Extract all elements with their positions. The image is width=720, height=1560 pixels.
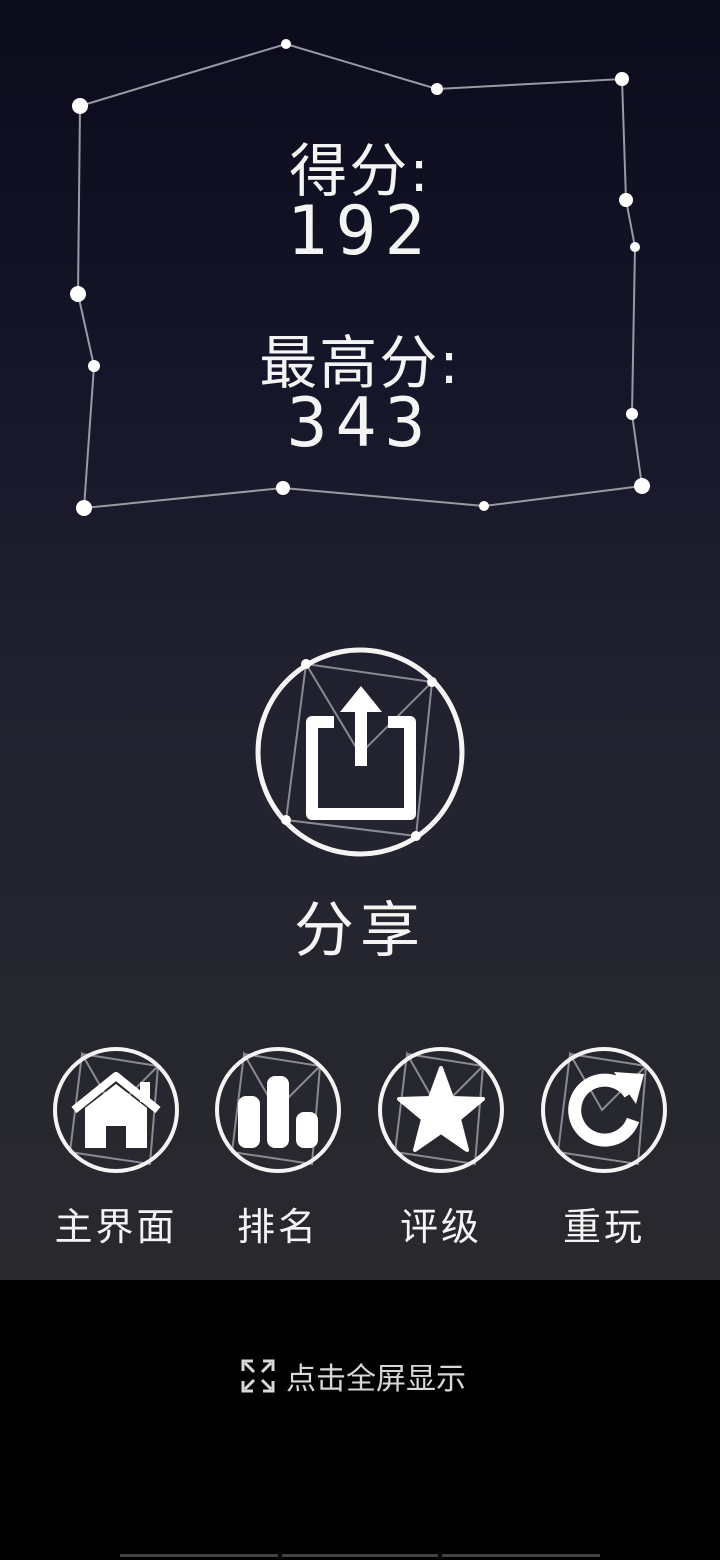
share-label: 分享 [294, 896, 426, 966]
nav-hint-center [282, 1554, 438, 1557]
game-area: 得分: 192 最高分: 343 分享 主界面 排名 评级 重玩 [0, 0, 720, 1280]
score-value: 192 [286, 192, 434, 271]
home-label: 主界面 [54, 1205, 178, 1249]
share-button[interactable] [254, 646, 466, 858]
rating-button[interactable] [377, 1046, 505, 1174]
bar-chart-icon [215, 1047, 341, 1173]
replay-button[interactable] [540, 1046, 668, 1174]
share-icon [255, 647, 465, 857]
home-button[interactable] [52, 1046, 180, 1174]
nav-hint-right [442, 1554, 600, 1557]
replay-label: 重玩 [562, 1205, 645, 1249]
bottom-bar [0, 1280, 720, 1560]
rating-label: 评级 [399, 1205, 482, 1249]
rank-button[interactable] [214, 1046, 342, 1174]
fullscreen-icon [241, 1359, 275, 1393]
rank-label: 排名 [236, 1205, 319, 1249]
replay-icon [541, 1047, 667, 1173]
star-icon [378, 1047, 504, 1173]
fullscreen-button[interactable]: 点击全屏显示 [240, 1356, 466, 1397]
best-score-value: 343 [286, 384, 434, 463]
nav-hint-left [120, 1554, 278, 1557]
home-icon [53, 1047, 179, 1173]
fullscreen-label: 点击全屏显示 [286, 1362, 466, 1397]
constellation-frame [70, 39, 650, 516]
